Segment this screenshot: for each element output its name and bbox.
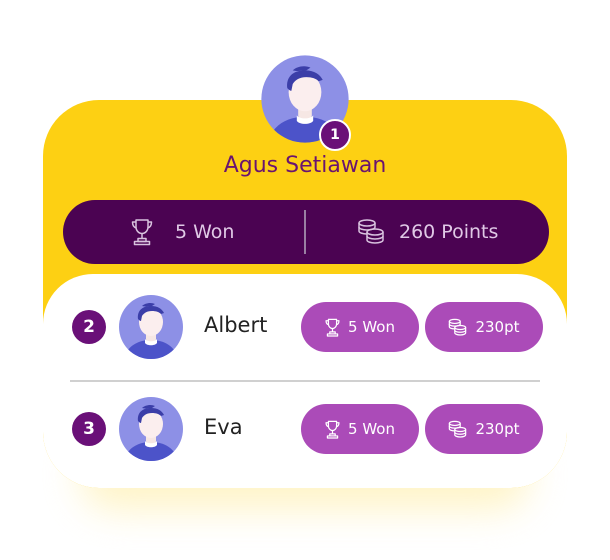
winner-rank-badge: 1: [319, 119, 351, 151]
player-row[interactable]: 2 Albert 5 Won 230pt: [43, 294, 567, 360]
player-list: 2 Albert 5 Won 230pt 3 Eva 5 Won 230pt: [43, 274, 567, 488]
player-name: Eva: [204, 415, 243, 439]
winner-name: Agus Setiawan: [223, 153, 387, 178]
winner-stats-bar: 5 Won 260 Points: [63, 200, 549, 264]
trophy-icon: [131, 218, 153, 246]
won-label: 5 Won: [348, 420, 395, 438]
points-label: 230pt: [475, 318, 520, 336]
coins-stack-icon: [357, 218, 385, 246]
row-divider: [70, 380, 540, 382]
player-name: Albert: [204, 313, 268, 337]
rank-badge: 2: [72, 310, 106, 344]
coins-stack-icon: [449, 318, 467, 336]
rank-badge: 3: [72, 412, 106, 446]
points-pill[interactable]: 230pt: [425, 302, 543, 352]
stats-divider: [304, 210, 306, 254]
user-avatar-icon: [118, 294, 184, 360]
leaderboard-card: Agus Setiawan 5 Won 260 Points 2 Albert …: [43, 100, 567, 488]
winner-points-stat: 260 Points: [357, 200, 498, 264]
trophy-icon: [325, 318, 340, 337]
points-pill[interactable]: 230pt: [425, 404, 543, 454]
trophy-icon: [325, 420, 340, 439]
points-label: 230pt: [475, 420, 520, 438]
winner-points-label: 260 Points: [399, 221, 499, 243]
user-avatar-icon: [118, 396, 184, 462]
coins-stack-icon: [449, 420, 467, 438]
won-label: 5 Won: [348, 318, 395, 336]
player-row[interactable]: 3 Eva 5 Won 230pt: [43, 396, 567, 462]
won-pill[interactable]: 5 Won: [301, 302, 419, 352]
winner-won-label: 5 Won: [175, 221, 235, 243]
winner-won-stat: 5 Won: [131, 200, 234, 264]
won-pill[interactable]: 5 Won: [301, 404, 419, 454]
